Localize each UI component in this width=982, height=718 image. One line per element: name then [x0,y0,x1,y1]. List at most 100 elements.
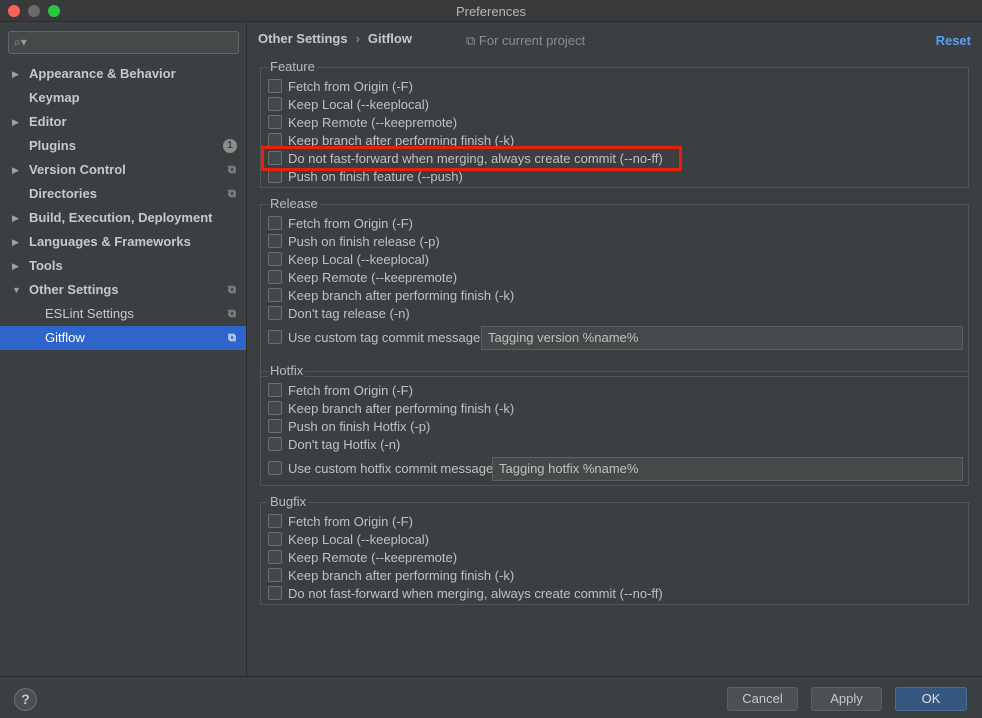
expand-arrow-icon[interactable]: ▶ [12,62,24,86]
bugfix-keep-branch-option[interactable]: Keep branch after performing finish (-k) [268,567,514,585]
bugfix-no-ff-option[interactable]: Do not fast-forward when merging, always… [268,585,663,603]
hotfix-push-on-finish-option[interactable]: Push on finish Hotfix (-p) [268,418,430,436]
expand-arrow-icon[interactable]: ▶ [12,254,24,278]
sidebar-item-label: Keymap [29,90,80,105]
release-group-title: Release [268,196,320,211]
bugfix-group-title: Bugfix [268,494,309,509]
settings-search-input[interactable]: ⌕▾ [8,31,239,54]
checkbox[interactable] [268,568,282,582]
expand-arrow-icon[interactable]: ▶ [12,230,24,254]
option-label: Keep Remote (--keepremote) [288,270,458,285]
checkbox[interactable] [268,97,282,111]
checkbox[interactable] [268,252,282,266]
sidebar-item-keymap[interactable]: Keymap [0,86,246,110]
option-label: Do not fast-forward when merging, always… [288,586,663,601]
settings-sidebar: ⌕▾ ▶ Appearance & Behavior Keymap ▶ Edit… [0,23,247,676]
checkbox[interactable] [268,216,282,230]
checkbox[interactable] [268,115,282,129]
reset-link[interactable]: Reset [936,33,971,48]
gitflow-settings-panel: Other Settings › Gitflow ⧉ For current pro… [248,23,982,676]
hotfix-group-title: Hotfix [268,363,306,378]
release-keep-branch-option[interactable]: Keep branch after performing finish (-k) [268,287,514,305]
project-scope-text: For current project [478,33,586,48]
option-label: Push on finish feature (--push) [288,169,463,184]
checkbox[interactable] [268,437,282,451]
hotfix-message-input[interactable]: Tagging hotfix %name% [492,457,963,481]
sidebar-item-label: ESLint Settings [45,306,134,321]
sidebar-item-label: Gitflow [45,330,85,345]
checkbox[interactable] [268,270,282,284]
checkbox[interactable] [268,234,282,248]
sidebar-item-label: Tools [29,258,63,273]
checkbox[interactable] [268,586,282,600]
cancel-button[interactable]: Cancel [727,687,798,711]
sidebar-item-eslint-settings[interactable]: ESLint Settings ⧉ [0,302,246,326]
expand-arrow-icon[interactable]: ▶ [12,110,24,134]
feature-keep-remote-option[interactable]: Keep Remote (--keepremote) [268,114,457,132]
help-icon[interactable]: ? [14,688,37,711]
release-keep-local-option[interactable]: Keep Local (--keeplocal) [268,251,429,269]
sidebar-item-label: Version Control [29,162,126,177]
release-group: Release Fetch from Origin (-F) Push on f… [260,196,969,377]
collapse-arrow-icon[interactable]: ▼ [12,278,24,302]
apply-button[interactable]: Apply [811,687,882,711]
hotfix-dont-tag-option[interactable]: Don't tag Hotfix (-n) [268,436,400,454]
no-ff-highlight-box [261,146,682,171]
sidebar-item-version-control[interactable]: ▶ Version Control ⧉ [0,158,246,182]
release-tag-message-input[interactable]: Tagging version %name% [481,326,963,350]
sidebar-item-appearance-behavior[interactable]: ▶ Appearance & Behavior [0,62,246,86]
checkbox[interactable] [268,514,282,528]
checkbox[interactable] [268,306,282,320]
checkbox[interactable] [268,79,282,93]
bugfix-keep-remote-option[interactable]: Keep Remote (--keepremote) [268,549,457,567]
release-custom-tag-message-option[interactable]: Use custom tag commit message [268,329,480,347]
sidebar-item-other-settings[interactable]: ▼ Other Settings ⧉ [0,278,246,302]
bugfix-keep-local-option[interactable]: Keep Local (--keeplocal) [268,531,429,549]
sidebar-item-plugins[interactable]: Plugins 1 [0,134,246,158]
feature-keep-local-option[interactable]: Keep Local (--keeplocal) [268,96,429,114]
release-fetch-from-origin-option[interactable]: Fetch from Origin (-F) [268,215,413,233]
breadcrumb-parent[interactable]: Other Settings [258,31,348,46]
checkbox[interactable] [268,288,282,302]
checkbox[interactable] [268,550,282,564]
hotfix-fetch-from-origin-option[interactable]: Fetch from Origin (-F) [268,382,413,400]
option-label: Fetch from Origin (-F) [288,216,413,231]
ok-button[interactable]: OK [895,687,967,711]
release-push-on-finish-option[interactable]: Push on finish release (-p) [268,233,440,251]
option-label: Keep Local (--keeplocal) [288,97,429,112]
release-dont-tag-option[interactable]: Don't tag release (-n) [268,305,410,323]
checkbox[interactable] [268,169,282,183]
expand-arrow-icon[interactable]: ▶ [12,158,24,182]
sidebar-item-tools[interactable]: ▶ Tools [0,254,246,278]
option-label: Use custom hotfix commit message [288,461,494,476]
breadcrumb: Other Settings › Gitflow [258,31,412,46]
option-label: Use custom tag commit message [288,330,481,345]
sidebar-item-directories[interactable]: Directories ⧉ [0,182,246,206]
sidebar-item-build-execution-deployment[interactable]: ▶ Build, Execution, Deployment [0,206,246,230]
sidebar-item-languages-frameworks[interactable]: ▶ Languages & Frameworks [0,230,246,254]
feature-fetch-from-origin-option[interactable]: Fetch from Origin (-F) [268,78,413,96]
sidebar-item-label: Directories [29,186,97,201]
bugfix-fetch-from-origin-option[interactable]: Fetch from Origin (-F) [268,513,413,531]
checkbox[interactable] [268,532,282,546]
sidebar-item-label: Build, Execution, Deployment [29,210,213,225]
release-keep-remote-option[interactable]: Keep Remote (--keepremote) [268,269,457,287]
project-scope-icon: ⧉ [466,33,476,48]
sidebar-item-label: Plugins [29,138,76,153]
checkbox[interactable] [268,419,282,433]
checkbox[interactable] [268,133,282,147]
sidebar-item-label: Editor [29,114,67,129]
settings-tree: ▶ Appearance & Behavior Keymap ▶ Editor … [0,62,246,350]
checkbox[interactable] [268,461,282,475]
checkbox[interactable] [268,383,282,397]
hotfix-custom-message-option[interactable]: Use custom hotfix commit message [268,460,493,478]
hotfix-keep-branch-option[interactable]: Keep branch after performing finish (-k) [268,400,514,418]
option-label: Keep branch after performing finish (-k) [288,288,515,303]
option-label: Push on finish release (-p) [288,234,440,249]
window-title: Preferences [455,4,527,19]
sidebar-item-gitflow[interactable]: Gitflow ⧉ [0,326,246,350]
checkbox[interactable] [268,330,282,344]
checkbox[interactable] [268,401,282,415]
expand-arrow-icon[interactable]: ▶ [12,206,24,230]
sidebar-item-editor[interactable]: ▶ Editor [0,110,246,134]
